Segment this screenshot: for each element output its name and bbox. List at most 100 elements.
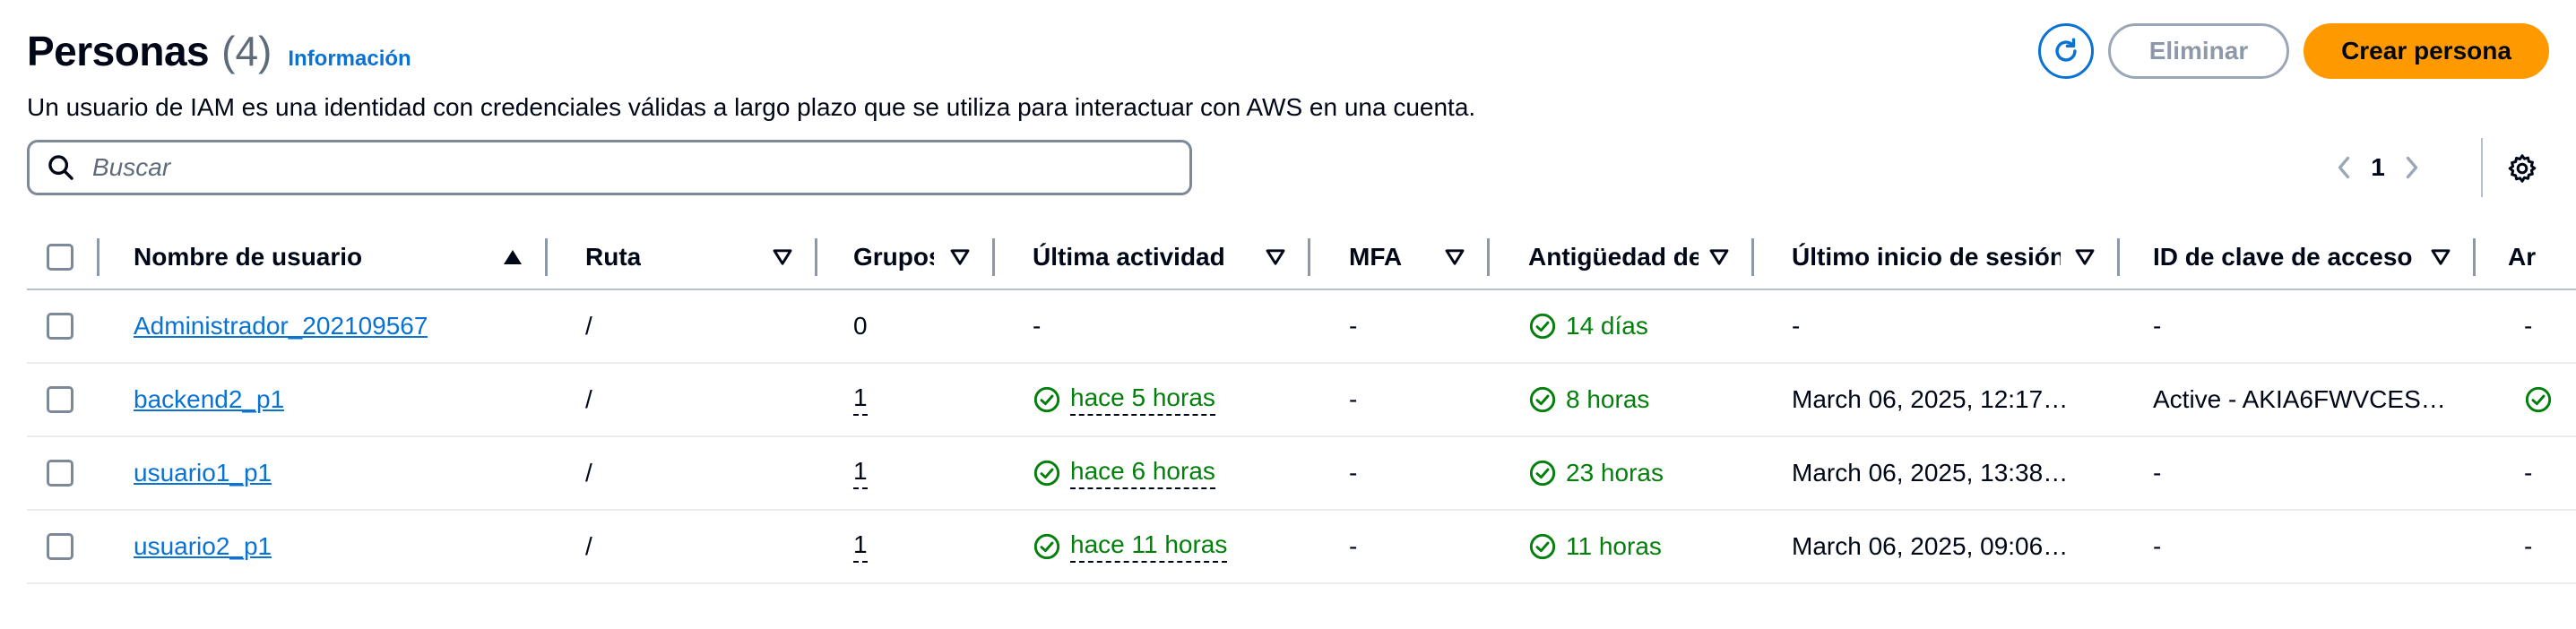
mfa-cell: -	[1349, 532, 1358, 560]
sort-ascending-icon[interactable]	[501, 246, 524, 269]
refresh-button[interactable]	[2038, 23, 2094, 79]
groups-popover-trigger[interactable]: 1	[853, 383, 868, 416]
last-activity-cell: hace 11 horas	[1033, 511, 1228, 582]
status-text: 8 horas	[1566, 385, 1650, 413]
previous-page-button[interactable]	[2330, 154, 2357, 181]
username-link[interactable]: usuario1_p1	[134, 459, 272, 487]
extra-cell: -	[2524, 312, 2533, 340]
access-key-cell: Active - AKIA6FWVCES…	[2153, 385, 2446, 413]
page-header: Personas (4) Información	[27, 27, 411, 75]
info-link[interactable]: Información	[288, 47, 411, 72]
access-key-cell: -	[2153, 312, 2162, 340]
column-header-extra[interactable]: Ar	[2508, 226, 2576, 289]
refresh-icon	[2055, 38, 2077, 62]
column-divider[interactable]	[1487, 238, 1490, 276]
password-age-cell: 8 horas	[1528, 364, 1649, 435]
extra-cell	[2524, 364, 2553, 435]
row-checkbox[interactable]	[47, 533, 73, 560]
column-divider[interactable]	[815, 238, 817, 276]
users-table: Nombre de usuario Ruta Grupos Última act…	[27, 226, 2576, 584]
status-text: 23 horas	[1566, 459, 1664, 487]
gear-icon	[2508, 154, 2537, 183]
column-header-username[interactable]: Nombre de usuario	[134, 226, 402, 289]
next-page-button[interactable]	[2399, 154, 2425, 181]
column-divider[interactable]	[992, 238, 995, 276]
column-header-last-login[interactable]: Último inicio de sesión	[1792, 226, 2061, 289]
column-header-groups[interactable]: Grupos	[853, 226, 934, 289]
password-age-cell: 14 días	[1528, 290, 1648, 362]
sort-icon[interactable]	[948, 246, 972, 269]
column-header-password-age[interactable]: Antigüedad de	[1528, 226, 1699, 289]
table-row[interactable]: Administrador_202109567 / 0 - - 14 días …	[27, 290, 2576, 364]
password-age-cell: 11 horas	[1528, 511, 1662, 582]
search-input[interactable]	[91, 152, 1152, 183]
row-checkbox[interactable]	[47, 460, 73, 487]
row-checkbox[interactable]	[47, 313, 73, 340]
groups-popover-trigger[interactable]: 1	[853, 457, 868, 489]
chevron-right-icon	[2406, 156, 2418, 179]
check-circle-icon	[1528, 459, 1557, 487]
column-header-mfa[interactable]: MFA	[1349, 226, 1439, 289]
username-link[interactable]: Administrador_202109567	[134, 312, 428, 340]
delete-button[interactable]: Eliminar	[2108, 23, 2289, 79]
sort-icon[interactable]	[2073, 246, 2096, 269]
column-divider[interactable]	[1308, 238, 1310, 276]
access-key-cell: -	[2153, 532, 2162, 560]
sort-icon[interactable]	[1443, 246, 1466, 269]
path-cell: /	[585, 385, 592, 413]
username-link[interactable]: usuario2_p1	[134, 532, 272, 561]
row-checkbox[interactable]	[47, 386, 73, 413]
check-circle-icon	[1528, 532, 1557, 561]
last-login-cell: March 06, 2025, 12:17…	[1792, 385, 2069, 413]
search-box	[27, 140, 1192, 195]
status-text: 11 horas	[1566, 532, 1662, 560]
column-header-path[interactable]: Ruta	[585, 226, 711, 289]
table-row[interactable]: backend2_p1 / 1 hace 5 horas - 8 horas M…	[27, 364, 2576, 437]
check-circle-icon	[1033, 385, 1061, 414]
create-user-button[interactable]: Crear persona	[2304, 23, 2549, 79]
last-login-cell: -	[1792, 312, 1801, 340]
column-divider[interactable]	[2473, 238, 2476, 276]
user-count: (4)	[221, 28, 272, 74]
username-link[interactable]: backend2_p1	[134, 385, 284, 414]
path-cell: /	[585, 532, 592, 560]
table-settings-button[interactable]	[2504, 151, 2540, 186]
path-cell: /	[585, 312, 592, 340]
last-activity-cell: hace 5 horas	[1033, 364, 1215, 435]
table-header: Nombre de usuario Ruta Grupos Última act…	[27, 226, 2576, 290]
extra-cell: -	[2524, 459, 2533, 487]
sort-icon[interactable]	[2429, 246, 2452, 269]
sort-icon[interactable]	[771, 246, 794, 269]
column-divider[interactable]	[545, 238, 548, 276]
chevron-left-icon	[2338, 156, 2350, 179]
last-activity-popover-trigger[interactable]: hace 5 horas	[1070, 383, 1215, 416]
mfa-cell: -	[1349, 312, 1358, 340]
select-all-cell	[47, 226, 73, 289]
password-age-cell: 23 horas	[1528, 437, 1664, 509]
column-divider[interactable]	[2117, 238, 2120, 276]
groups-popover-trigger[interactable]: 1	[853, 530, 868, 563]
header-actions: Eliminar Crear persona	[2038, 23, 2549, 79]
path-cell: /	[585, 459, 592, 487]
pagination: 1	[2330, 147, 2425, 188]
status-text: 14 días	[1566, 312, 1648, 340]
last-activity-popover-trigger[interactable]: hace 6 horas	[1070, 457, 1215, 489]
last-login-cell: March 06, 2025, 09:06…	[1792, 532, 2069, 560]
sort-icon[interactable]	[1264, 246, 1287, 269]
column-header-last-activity[interactable]: Última actividad	[1033, 226, 1248, 289]
pagination-divider	[2481, 138, 2483, 197]
table-row[interactable]: usuario2_p1 / 1 hace 11 horas - 11 horas…	[27, 511, 2576, 584]
check-circle-icon	[1528, 385, 1557, 414]
check-circle-icon	[1033, 459, 1061, 487]
column-header-access-key[interactable]: ID de clave de acceso	[2153, 226, 2413, 289]
last-activity-popover-trigger[interactable]: hace 11 horas	[1070, 530, 1228, 563]
select-all-checkbox[interactable]	[47, 244, 73, 271]
extra-cell: -	[2524, 532, 2533, 560]
sort-icon[interactable]	[1707, 246, 1731, 269]
column-divider[interactable]	[1751, 238, 1754, 276]
check-circle-icon	[1033, 532, 1061, 561]
table-row[interactable]: usuario1_p1 / 1 hace 6 horas - 23 horas …	[27, 437, 2576, 511]
groups-cell: 0	[853, 312, 868, 340]
check-circle-icon	[2524, 385, 2553, 414]
page-number[interactable]: 1	[2357, 153, 2399, 182]
